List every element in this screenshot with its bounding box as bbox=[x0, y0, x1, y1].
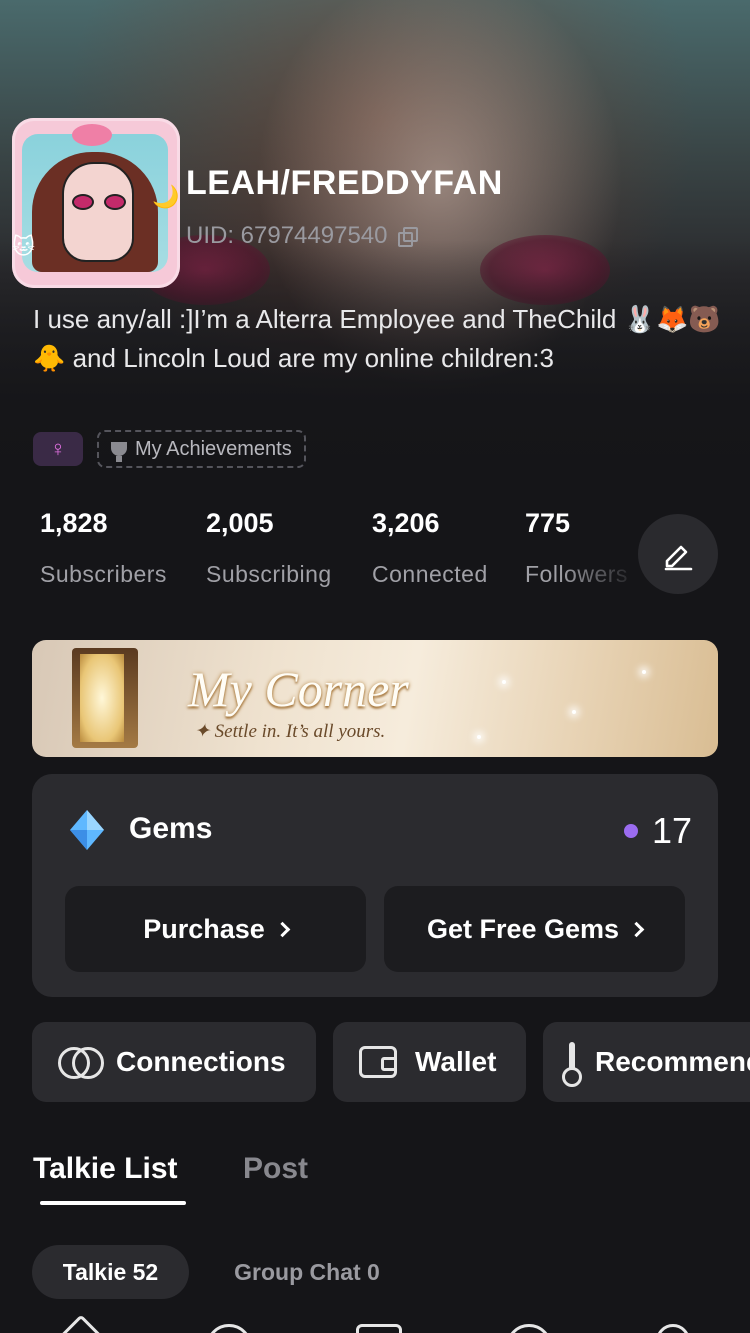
banner-subtitle: ✦ Settle in. It’s all yours. bbox=[194, 721, 386, 742]
wallet-button[interactable]: Wallet bbox=[333, 1022, 526, 1102]
cat-sticker: 🐱 bbox=[12, 234, 35, 259]
bow-decoration bbox=[72, 124, 112, 146]
avatar[interactable] bbox=[22, 134, 168, 272]
connections-button[interactable]: Connections bbox=[32, 1022, 316, 1102]
tab-post[interactable]: Post bbox=[243, 1152, 308, 1186]
stat-label: Subscribers bbox=[40, 561, 167, 587]
stat-label: Subscribing bbox=[206, 561, 332, 587]
achievements-label: My Achievements bbox=[135, 437, 292, 460]
purchase-button[interactable]: Purchase bbox=[65, 886, 366, 972]
gem-balance-dot bbox=[624, 824, 638, 838]
wallet-icon bbox=[359, 1046, 397, 1078]
purchase-label: Purchase bbox=[143, 913, 265, 944]
stat-value: 3,206 bbox=[372, 508, 440, 538]
subtab-group-chat[interactable]: Group Chat 0 bbox=[212, 1245, 402, 1299]
active-tab-indicator bbox=[40, 1201, 186, 1205]
stat-value: 775 bbox=[525, 508, 571, 538]
profile-tags: ♀ My Achievements bbox=[33, 430, 306, 468]
door-icon bbox=[72, 648, 138, 748]
recommend-button[interactable]: Recommend bbox=[543, 1022, 750, 1102]
copy-icon[interactable] bbox=[397, 227, 418, 247]
uid-text: UID: 67974497540 bbox=[186, 222, 388, 249]
recommend-label: Recommend bbox=[595, 1046, 750, 1077]
trophy-icon bbox=[111, 442, 127, 462]
gender-tag: ♀ bbox=[33, 432, 83, 466]
profile-page: 🐱 🌙 LEAH/FREDDYFAN UID: 67974497540 I us… bbox=[0, 0, 750, 1333]
pencil-icon bbox=[664, 545, 693, 571]
chevron-right-icon bbox=[628, 921, 645, 937]
gems-title: Gems bbox=[129, 812, 213, 845]
stat-connected[interactable]: 3,206 Connected bbox=[372, 508, 488, 588]
bio-text: I use any/all :]I’m a Alterra Employee a… bbox=[33, 304, 721, 373]
stats-fade bbox=[560, 550, 640, 600]
stat-label: Connected bbox=[372, 561, 488, 587]
stat-value: 2,005 bbox=[206, 508, 274, 538]
get-free-gems-label: Get Free Gems bbox=[426, 913, 620, 944]
wallet-label: Wallet bbox=[415, 1046, 497, 1077]
chevron-right-icon bbox=[274, 921, 291, 937]
sparkle-decoration bbox=[502, 680, 506, 684]
gem-icon bbox=[70, 810, 104, 850]
get-free-gems-button[interactable]: Get Free Gems bbox=[384, 886, 685, 972]
moon-sticker: 🌙 bbox=[152, 184, 180, 209]
uid-row: UID: 67974497540 bbox=[186, 222, 418, 250]
female-icon: ♀ bbox=[49, 436, 67, 461]
stats-row: 1,828 Subscribers 2,005 Subscribing 3,20… bbox=[0, 508, 640, 608]
gem-balance: 17 bbox=[652, 810, 693, 851]
sparkle-decoration bbox=[642, 670, 646, 674]
gems-card: Gems 17 Purchase Get Free Gems bbox=[32, 774, 718, 997]
connections-label: Connections bbox=[116, 1046, 286, 1077]
stat-subscribers[interactable]: 1,828 Subscribers bbox=[40, 508, 167, 588]
edit-profile-button[interactable] bbox=[638, 514, 718, 594]
achievements-button[interactable]: My Achievements bbox=[97, 430, 306, 468]
sparkle-decoration bbox=[572, 710, 576, 714]
username: LEAH/FREDDYFAN bbox=[186, 164, 503, 202]
sparkle-decoration bbox=[477, 735, 481, 739]
tab-talkie-list[interactable]: Talkie List bbox=[33, 1152, 178, 1186]
my-corner-banner[interactable]: My Corner ✦ Settle in. It’s all yours. bbox=[32, 640, 718, 757]
banner-title: My Corner bbox=[188, 661, 409, 717]
subtab-talkie[interactable]: Talkie 52 bbox=[32, 1245, 189, 1299]
recommend-icon bbox=[562, 1042, 582, 1087]
connections-icon bbox=[58, 1047, 104, 1079]
stat-value: 1,828 bbox=[40, 508, 108, 538]
list-content-preview bbox=[0, 1314, 750, 1333]
stat-subscribing[interactable]: 2,005 Subscribing bbox=[206, 508, 332, 588]
